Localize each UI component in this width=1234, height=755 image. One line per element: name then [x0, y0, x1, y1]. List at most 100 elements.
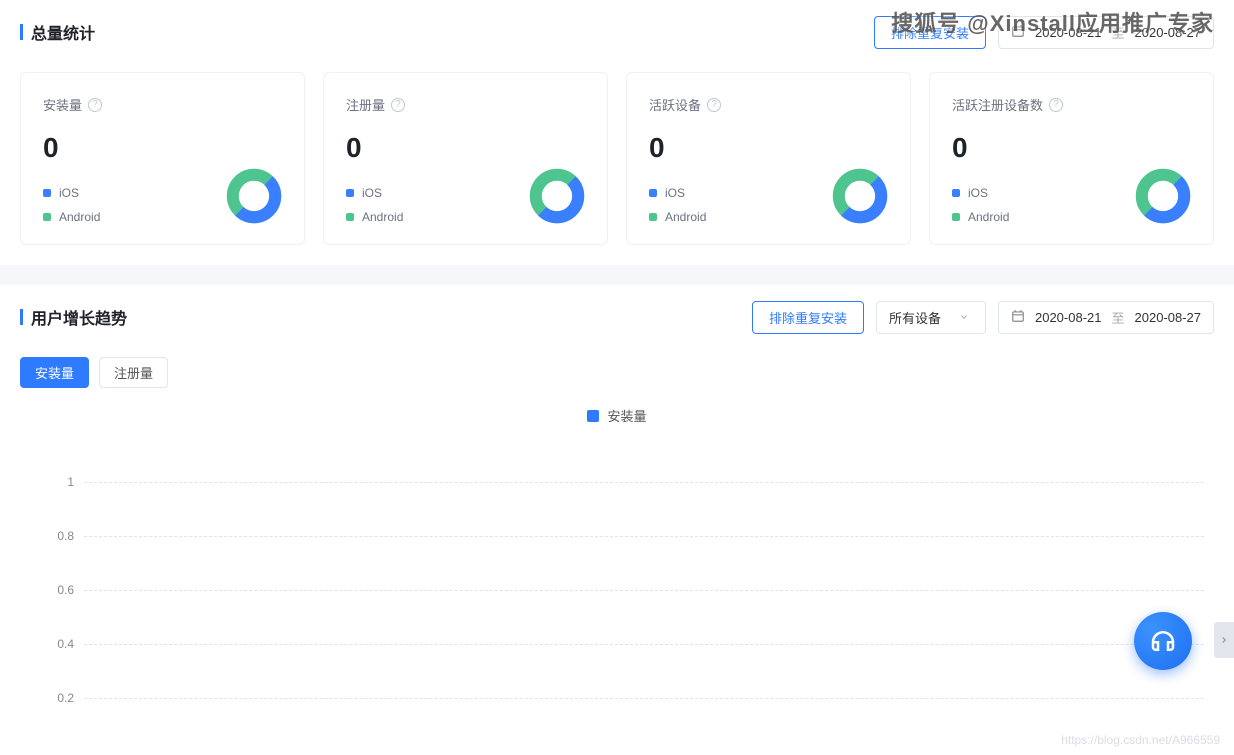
help-icon[interactable]: ?: [391, 98, 405, 112]
support-float-button[interactable]: [1134, 612, 1192, 670]
dot-ios-icon: [649, 189, 657, 197]
stat-title: 活跃注册设备数: [952, 95, 1043, 114]
exclude-duplicate-button[interactable]: 排除重复安装: [752, 301, 864, 334]
dot-ios-icon: [43, 189, 51, 197]
legend-android-label: Android: [362, 210, 403, 224]
chart-legend: 安装量: [20, 406, 1214, 425]
date-start: 2020-08-21: [1035, 25, 1102, 40]
stat-value: 0: [952, 132, 1063, 164]
legend-android-label: Android: [665, 210, 706, 224]
donut-chart: [832, 95, 888, 224]
ytick: 1: [50, 455, 1204, 509]
ytick-label: 0.4: [50, 637, 74, 651]
exclude-button-label: 排除重复安装: [891, 26, 969, 41]
help-icon[interactable]: ?: [1049, 98, 1063, 112]
side-expand-button[interactable]: [1214, 622, 1234, 658]
section-title-text: 总量统计: [31, 20, 95, 44]
line-chart: 1 0.8 0.6 0.4 0.2: [20, 455, 1214, 735]
legend-android-label: Android: [968, 210, 1009, 224]
stat-title: 注册量: [346, 95, 385, 114]
dot-android-icon: [649, 213, 657, 221]
legend-android: Android: [346, 210, 405, 224]
device-select-label: 所有设备: [889, 308, 941, 327]
calendar-icon: [1011, 24, 1025, 41]
ytick-label: 1: [50, 475, 74, 489]
date-start: 2020-08-21: [1035, 310, 1102, 325]
ytick: 0.6: [50, 563, 1204, 617]
ytick: 0.8: [50, 509, 1204, 563]
legend-ios-label: iOS: [362, 186, 382, 200]
chevron-down-icon: [959, 310, 969, 325]
dot-android-icon: [43, 213, 51, 221]
ytick-label: 0.8: [50, 529, 74, 543]
ytick-label: 0.2: [50, 691, 74, 705]
growth-trend-section: 用户增长趋势 排除重复安装 所有设备 2020-08-21 至: [0, 285, 1234, 755]
gridline: [84, 482, 1204, 483]
ytick: 0.2: [50, 671, 1204, 725]
stat-value: 0: [43, 132, 102, 164]
exclude-button-label: 排除重复安装: [769, 311, 847, 326]
metric-tabs: 安装量 注册量: [20, 357, 1214, 388]
ytick: 0.4: [50, 617, 1204, 671]
device-select[interactable]: 所有设备: [876, 301, 986, 334]
date-end: 2020-08-27: [1135, 25, 1202, 40]
section-title: 用户增长趋势: [20, 305, 127, 329]
chart-legend-label: 安装量: [607, 406, 646, 425]
dot-ios-icon: [952, 189, 960, 197]
legend-ios: iOS: [952, 186, 1063, 200]
legend-android: Android: [43, 210, 102, 224]
date-end: 2020-08-27: [1135, 310, 1202, 325]
legend-ios-label: iOS: [968, 186, 988, 200]
gridline: [84, 536, 1204, 537]
calendar-icon: [1011, 309, 1025, 326]
gridline: [84, 698, 1204, 699]
chevron-right-icon: [1219, 633, 1229, 647]
stat-card-active-devices: 活跃设备 ? 0 iOS Android: [626, 72, 911, 245]
header-controls: 排除重复安装 所有设备 2020-08-21 至 2020-08-27: [752, 301, 1214, 334]
legend-android: Android: [952, 210, 1063, 224]
donut-chart: [529, 95, 585, 224]
gridline: [84, 590, 1204, 591]
title-accent-bar: [20, 309, 23, 325]
title-accent-bar: [20, 24, 23, 40]
date-sep: 至: [1111, 308, 1124, 327]
section-header: 总量统计 排除重复安装 2020-08-21 至 2020-08-27: [20, 12, 1214, 52]
tab-installs[interactable]: 安装量: [20, 357, 89, 388]
date-sep: 至: [1111, 23, 1124, 42]
dot-android-icon: [346, 213, 354, 221]
ytick-label: 0.6: [50, 583, 74, 597]
donut-chart: [226, 95, 282, 224]
stat-card-registers: 注册量 ? 0 iOS Android: [323, 72, 608, 245]
total-stats-section: 总量统计 排除重复安装 2020-08-21 至 2020-08-27: [0, 0, 1234, 265]
gridline: [84, 644, 1204, 645]
date-range-picker[interactable]: 2020-08-21 至 2020-08-27: [998, 301, 1214, 334]
stat-title: 安装量: [43, 95, 82, 114]
section-title: 总量统计: [20, 20, 95, 44]
legend-android: Android: [649, 210, 721, 224]
stat-value: 0: [346, 132, 405, 164]
tab-registers[interactable]: 注册量: [99, 357, 168, 388]
help-icon[interactable]: ?: [707, 98, 721, 112]
legend-android-label: Android: [59, 210, 100, 224]
legend-ios: iOS: [649, 186, 721, 200]
dot-ios-icon: [346, 189, 354, 197]
legend-ios: iOS: [346, 186, 405, 200]
tab-label: 注册量: [114, 366, 153, 381]
headset-icon: [1148, 626, 1178, 656]
legend-square-icon: [587, 410, 599, 422]
legend-ios-label: iOS: [59, 186, 79, 200]
stat-card-installs: 安装量 ? 0 iOS Android: [20, 72, 305, 245]
help-icon[interactable]: ?: [88, 98, 102, 112]
stat-value: 0: [649, 132, 721, 164]
header-controls: 排除重复安装 2020-08-21 至 2020-08-27: [874, 16, 1214, 49]
donut-chart: [1135, 95, 1191, 224]
section-title-text: 用户增长趋势: [31, 305, 127, 329]
date-range-picker[interactable]: 2020-08-21 至 2020-08-27: [998, 16, 1214, 49]
tab-label: 安装量: [35, 366, 74, 381]
stat-title: 活跃设备: [649, 95, 701, 114]
legend-ios: iOS: [43, 186, 102, 200]
stat-card-row: 安装量 ? 0 iOS Android 注册量: [20, 72, 1214, 245]
legend-ios-label: iOS: [665, 186, 685, 200]
exclude-duplicate-button[interactable]: 排除重复安装: [874, 16, 986, 49]
section-gap: [0, 265, 1234, 285]
